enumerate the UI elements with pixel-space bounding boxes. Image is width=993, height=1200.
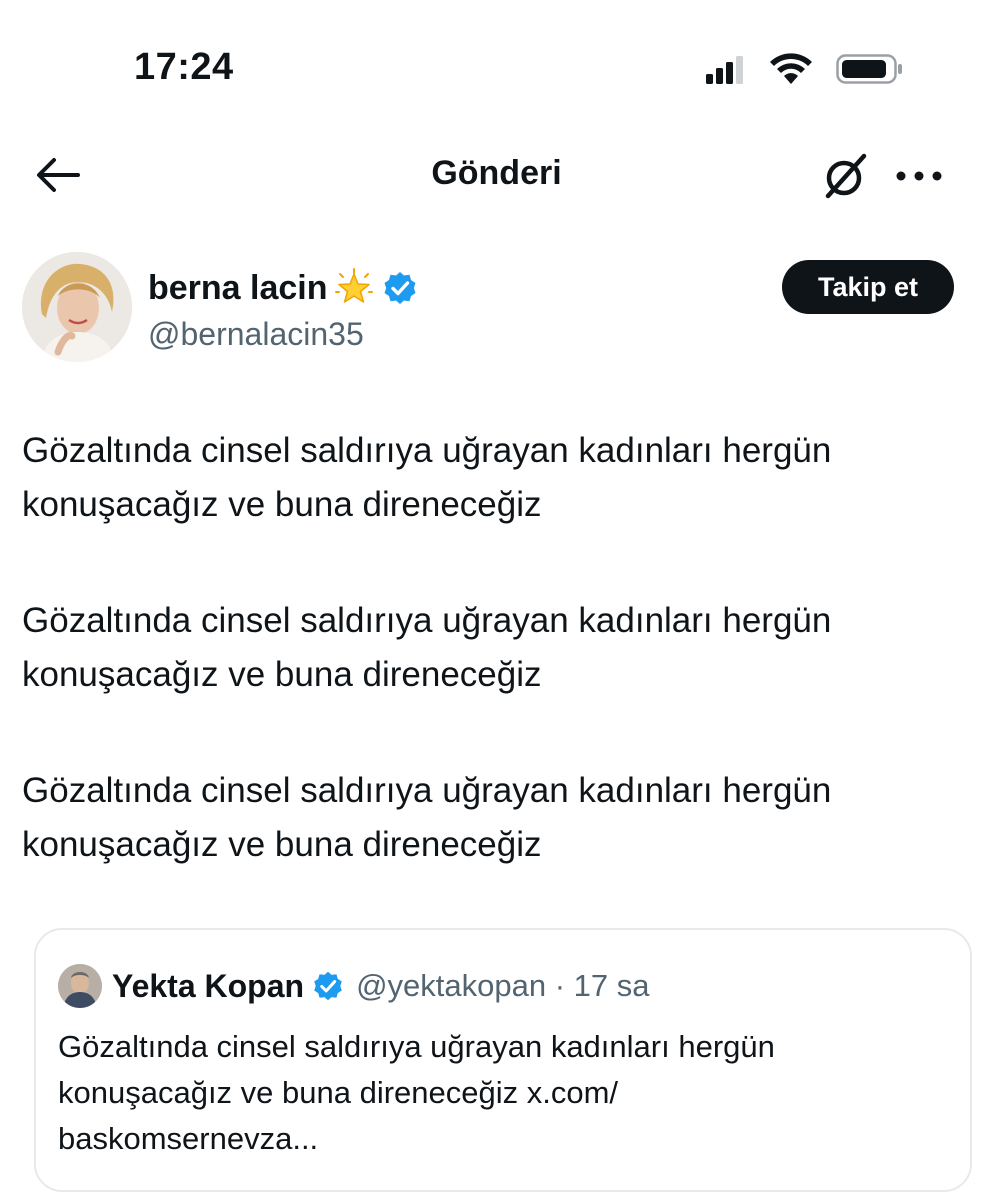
quote-avatar[interactable] (58, 964, 102, 1008)
nav-bar: Gönderi (0, 140, 993, 220)
status-bar: 17:24 (0, 0, 993, 120)
signal-icon (706, 56, 743, 84)
tweet-paragraph: Gözaltında cinsel saldırıya uğrayan kadı… (22, 771, 832, 864)
tweet-text: Gözaltında cinsel saldırıya uğrayan kadı… (22, 424, 982, 934)
profile-photo (22, 252, 132, 362)
status-icons (700, 50, 910, 90)
grok-icon (825, 153, 867, 199)
verified-badge-icon (384, 272, 416, 304)
battery-icon (836, 54, 902, 84)
more-icon (896, 171, 942, 181)
quote-author-handle[interactable]: @yektakopan (356, 968, 546, 1003)
grok-button[interactable] (818, 150, 874, 202)
quote-author-name[interactable]: Yekta Kopan (112, 968, 304, 1005)
tweet-paragraph: Gözaltında cinsel saldırıya uğrayan kadı… (22, 431, 832, 524)
quote-text: Gözaltında cinsel saldırıya uğrayan kadı… (58, 1029, 775, 1156)
star-emoji-icon (334, 268, 373, 303)
status-time: 17:24 (134, 46, 234, 88)
quote-header: Yekta Kopan @yektakopan · 17 sa (112, 966, 650, 1006)
author-handle[interactable]: @bernalacin35 (148, 316, 364, 353)
author-header: berna lacin @bernalacin35 Takip et (0, 250, 993, 370)
avatar[interactable] (22, 252, 132, 362)
quote-time: 17 sa (573, 968, 650, 1003)
author-name-row: berna lacin (148, 266, 418, 310)
wifi-icon (770, 53, 812, 84)
tweet-paragraph: Gözaltında cinsel saldırıya uğrayan kadı… (22, 601, 832, 694)
author-name[interactable]: berna lacin (148, 269, 328, 308)
more-button[interactable] (892, 164, 946, 188)
verified-badge-icon (314, 971, 342, 1001)
follow-button[interactable]: Takip et (782, 260, 954, 314)
quote-separator: · (554, 968, 566, 1003)
quote-profile-photo (58, 964, 102, 1008)
quote-meta: @yektakopan · 17 sa (356, 968, 649, 1004)
quoted-tweet-card[interactable]: Yekta Kopan @yektakopan · 17 sa Gözaltın… (34, 928, 972, 1192)
